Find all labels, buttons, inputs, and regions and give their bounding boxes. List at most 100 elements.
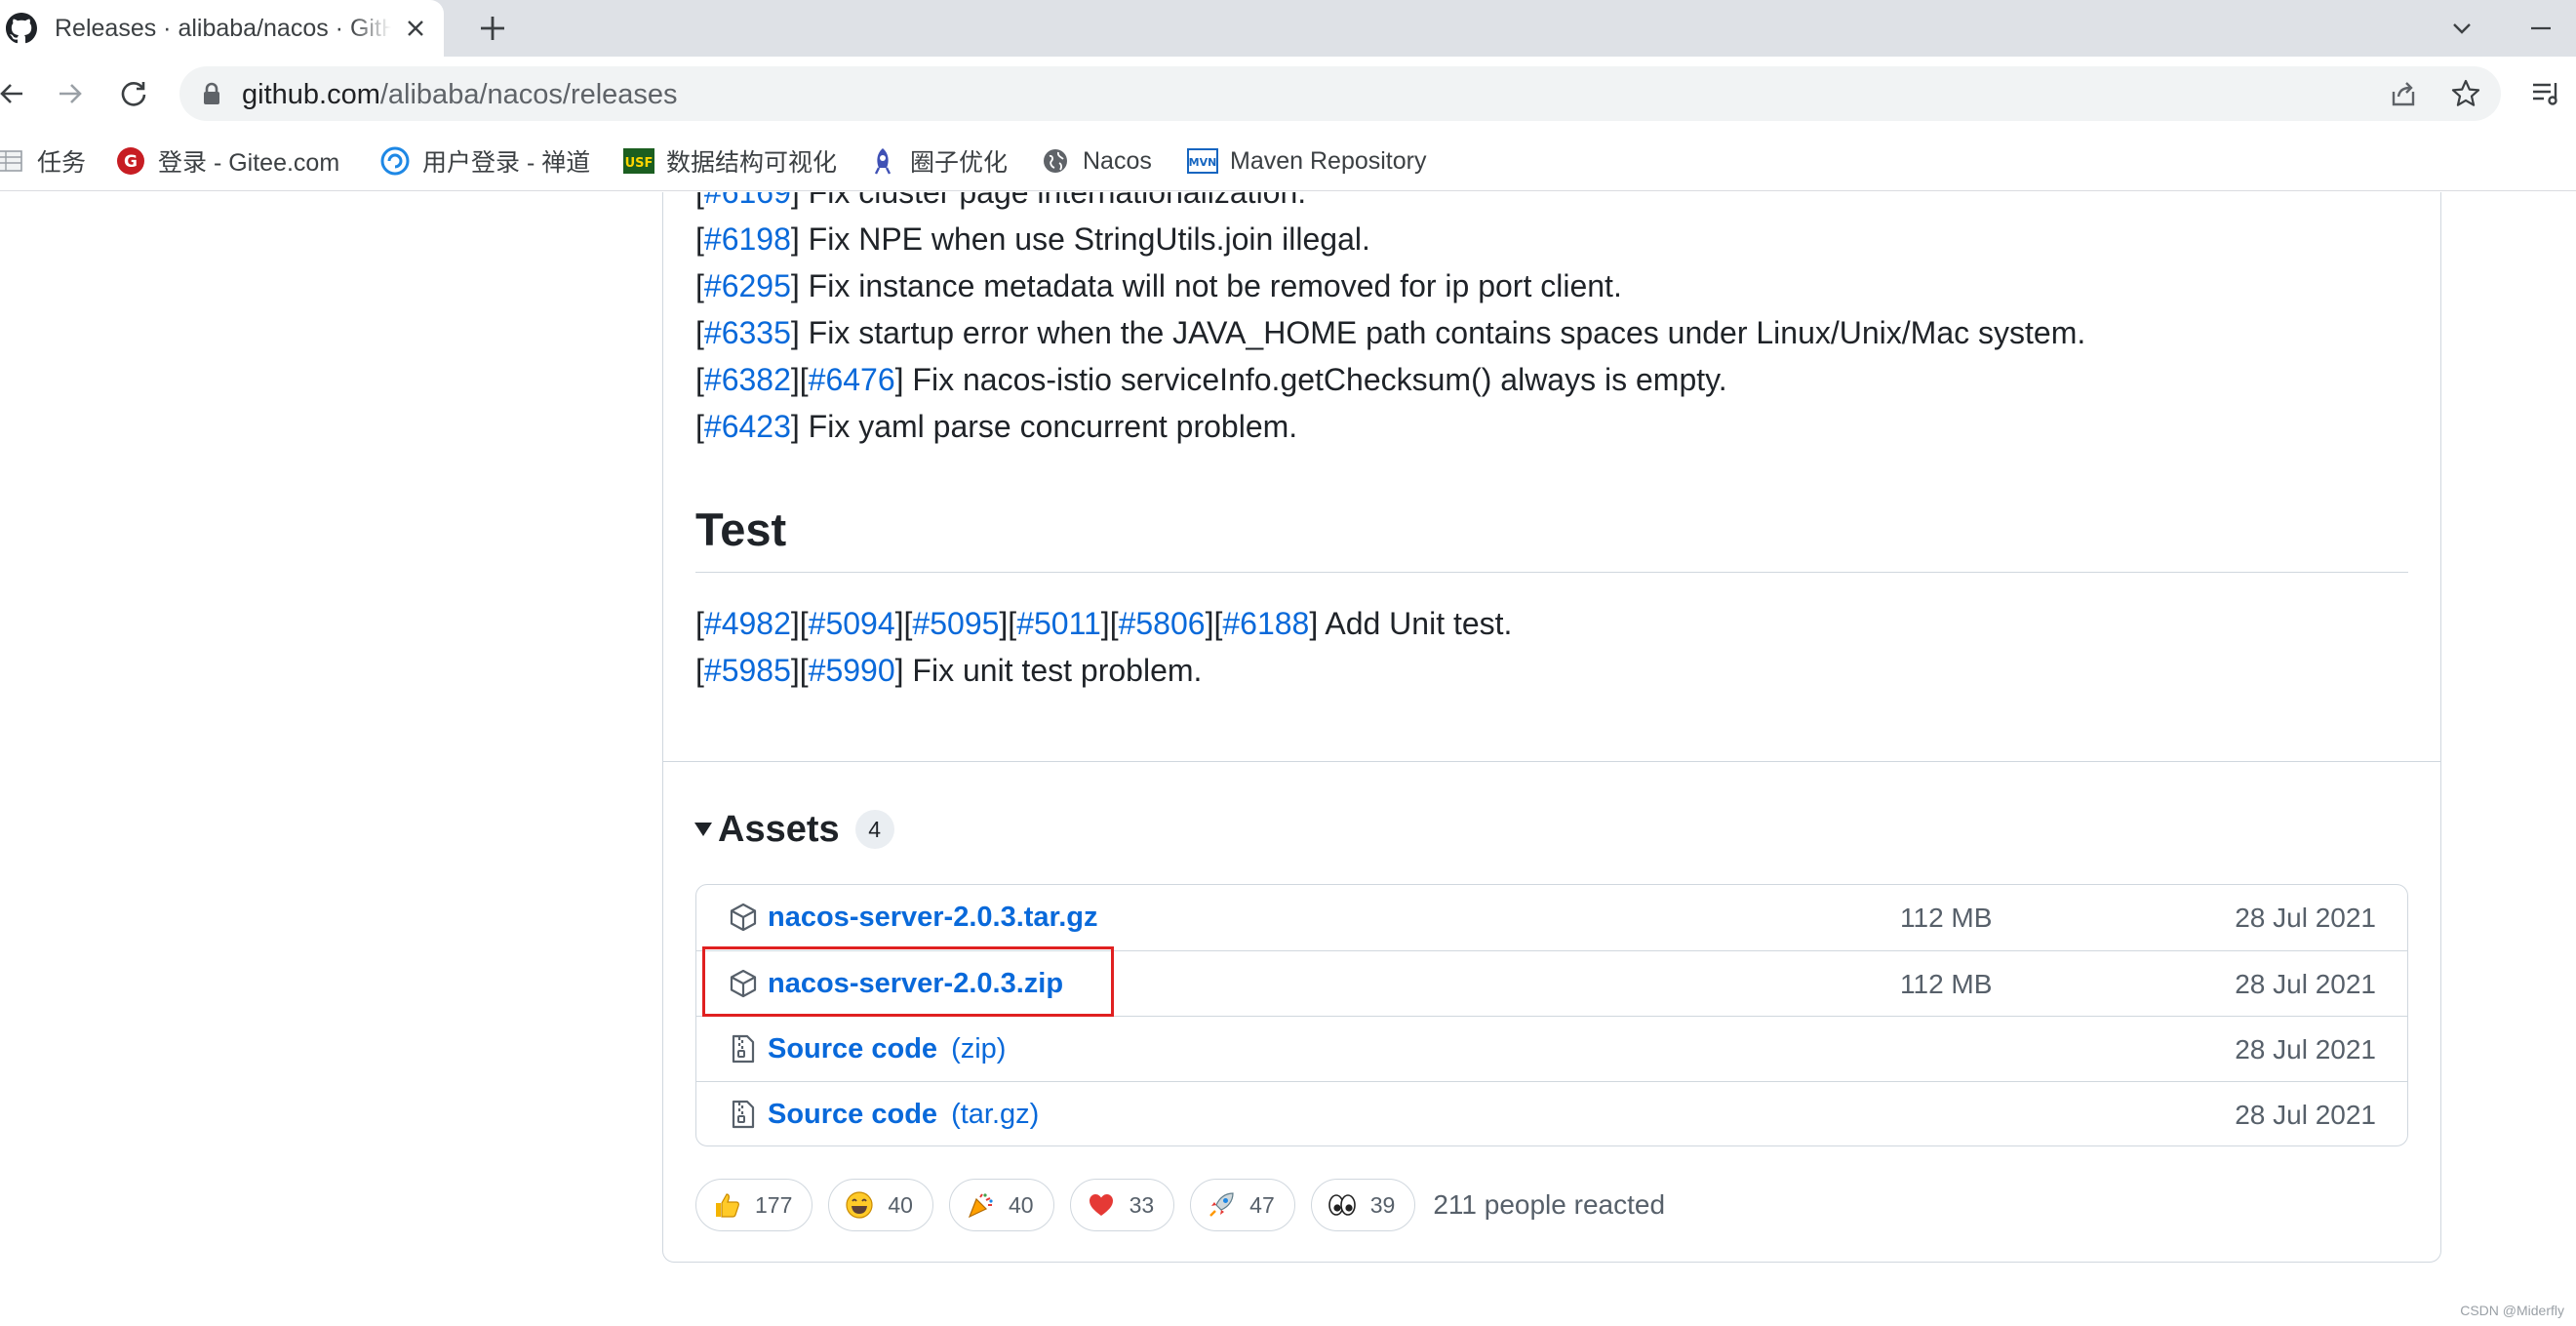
- test-heading: Test: [695, 503, 787, 555]
- laugh-icon: [845, 1190, 874, 1220]
- test-text: Add Unit test.: [1318, 606, 1513, 641]
- svg-text:USF: USF: [625, 156, 654, 171]
- reaction-count: 39: [1369, 1191, 1396, 1218]
- asset-name: Source code: [768, 1099, 938, 1130]
- issue-link[interactable]: #5094: [809, 606, 895, 641]
- test-text: Fix unit test problem.: [903, 653, 1203, 688]
- fix-line: [#6198] Fix NPE when use StringUtils.joi…: [695, 221, 1370, 257]
- file-zip-icon: [728, 1099, 759, 1130]
- heart-icon: [1087, 1190, 1116, 1220]
- file-zip-icon: [728, 1033, 759, 1065]
- url-text[interactable]: github.com/alibaba/nacos/releases: [242, 79, 678, 111]
- tab-releases[interactable]: Releases · alibaba/nacos · GitHub: [0, 0, 444, 57]
- bookmark-gitee[interactable]: G 登录 - Gitee.com: [115, 141, 339, 181]
- issue-link[interactable]: #6335: [704, 315, 791, 350]
- fix-text: Fix cluster page internationalization.: [799, 192, 1307, 210]
- bookmark-tasks[interactable]: 任务: [0, 141, 86, 181]
- issue-link[interactable]: #4982: [704, 606, 791, 641]
- fix-text: Fix instance metadata will not be remove…: [799, 268, 1622, 303]
- globe-icon: [1040, 145, 1071, 177]
- asset-date: 28 Jul 2021: [2235, 969, 2376, 999]
- tab-title: Releases · alibaba/nacos · GitHub: [55, 14, 391, 42]
- reaction-thumbs-up[interactable]: 177: [695, 1179, 813, 1231]
- forward-arrow-icon[interactable]: [51, 74, 90, 113]
- rocket-icon: [1207, 1190, 1236, 1220]
- reaction-hooray[interactable]: 40: [948, 1179, 1054, 1231]
- asset-date: 28 Jul 2021: [2235, 1100, 2376, 1130]
- issue-link[interactable]: #6169: [704, 192, 791, 210]
- reaction-count: 33: [1129, 1191, 1155, 1218]
- issue-link[interactable]: #6188: [1222, 606, 1309, 641]
- package-icon: [728, 902, 759, 933]
- svg-text:MVN: MVN: [1189, 156, 1217, 169]
- back-arrow-icon[interactable]: [0, 74, 31, 113]
- reload-icon[interactable]: [114, 74, 153, 113]
- asset-link[interactable]: Source code (tar.gz): [768, 1099, 1039, 1131]
- reactions-summary: 211 people reacted: [1433, 1189, 1666, 1220]
- bookmark-circle-opt[interactable]: 圈子优化: [867, 141, 1008, 181]
- bookmark-zentao[interactable]: 用户登录 - 禅道: [379, 141, 590, 181]
- share-icon[interactable]: [2386, 76, 2421, 111]
- heading-divider: [695, 572, 2408, 573]
- reaction-count: 47: [1249, 1191, 1275, 1218]
- triangle-down-icon: [693, 819, 714, 840]
- reaction-count: 40: [888, 1191, 913, 1218]
- asset-date: 28 Jul 2021: [2235, 1034, 2376, 1065]
- fix-line: [#6382][#6476] Fix nacos-istio serviceIn…: [695, 362, 1727, 397]
- minimize-icon[interactable]: [2521, 9, 2560, 48]
- browser-toolbar: github.com/alibaba/nacos/releases: [0, 57, 2576, 131]
- lock-icon[interactable]: [199, 81, 224, 106]
- reaction-count: 177: [755, 1191, 793, 1218]
- hooray-icon: [966, 1190, 995, 1220]
- asset-name: Source code: [768, 1033, 938, 1065]
- bookmark-maven[interactable]: MVN Maven Repository: [1187, 141, 1426, 181]
- address-bar[interactable]: github.com/alibaba/nacos/releases: [179, 66, 2501, 121]
- url-path: /alibaba/nacos/releases: [379, 79, 678, 110]
- assets-toggle[interactable]: Assets 4: [693, 802, 894, 857]
- issue-link[interactable]: #5806: [1119, 606, 1206, 641]
- fix-line: [#6295] Fix instance metadata will not b…: [695, 268, 1622, 303]
- asset-link[interactable]: nacos-server-2.0.3.tar.gz: [768, 902, 1098, 934]
- bookmark-label: 圈子优化: [910, 149, 1009, 177]
- gitee-icon: G: [115, 145, 146, 177]
- asset-date: 28 Jul 2021: [2235, 903, 2376, 933]
- issue-link[interactable]: #6198: [704, 221, 791, 257]
- usf-logo-icon: USF: [623, 145, 654, 177]
- issue-link[interactable]: #6295: [704, 268, 791, 303]
- issue-link[interactable]: #6382: [704, 362, 791, 397]
- chevron-down-icon[interactable]: [2442, 9, 2481, 48]
- github-icon: [6, 13, 37, 44]
- zentao-icon: [379, 145, 411, 177]
- asset-row: Source code (tar.gz) 28 Jul 2021: [696, 1081, 2407, 1145]
- asset-size: 112 MB: [1900, 969, 1993, 999]
- reading-list-icon[interactable]: [2526, 74, 2565, 113]
- issue-link[interactable]: #6476: [809, 362, 895, 397]
- reaction-heart[interactable]: 33: [1069, 1179, 1175, 1231]
- test-line: [#5985][#5990] Fix unit test problem.: [695, 653, 1203, 688]
- fix-text: Fix NPE when use StringUtils.join illega…: [799, 221, 1370, 257]
- bookmark-label: Nacos: [1083, 146, 1152, 175]
- asset-link[interactable]: Source code (zip): [768, 1033, 1006, 1065]
- reaction-eyes[interactable]: 39: [1310, 1179, 1416, 1231]
- bookmark-label: 登录 - Gitee.com: [158, 149, 340, 177]
- tab-close-icon[interactable]: [400, 13, 431, 44]
- star-icon[interactable]: [2448, 76, 2483, 111]
- issue-link[interactable]: #6423: [704, 409, 791, 444]
- asset-format: (tar.gz): [951, 1099, 1040, 1130]
- page-content: [#6169] Fix cluster page internationaliz…: [0, 192, 2576, 1326]
- bookmark-label: 任务: [37, 149, 87, 177]
- issue-link[interactable]: #5011: [1016, 606, 1101, 641]
- rocket-logo-icon: [867, 145, 898, 177]
- reaction-rocket[interactable]: 47: [1190, 1179, 1295, 1231]
- issue-link[interactable]: #5990: [809, 653, 895, 688]
- issue-link[interactable]: #5095: [912, 606, 999, 641]
- bookmark-visualization[interactable]: USF 数据结构可视化: [623, 141, 837, 181]
- section-divider: [663, 761, 2440, 762]
- bookmark-nacos[interactable]: Nacos: [1040, 141, 1152, 181]
- issue-link[interactable]: #5985: [704, 653, 791, 688]
- url-host: github.com: [242, 79, 380, 110]
- thumbs-up-icon: [712, 1190, 741, 1220]
- new-tab-icon[interactable]: [473, 9, 512, 48]
- reaction-laugh[interactable]: 40: [828, 1179, 933, 1231]
- svg-text:G: G: [124, 152, 138, 172]
